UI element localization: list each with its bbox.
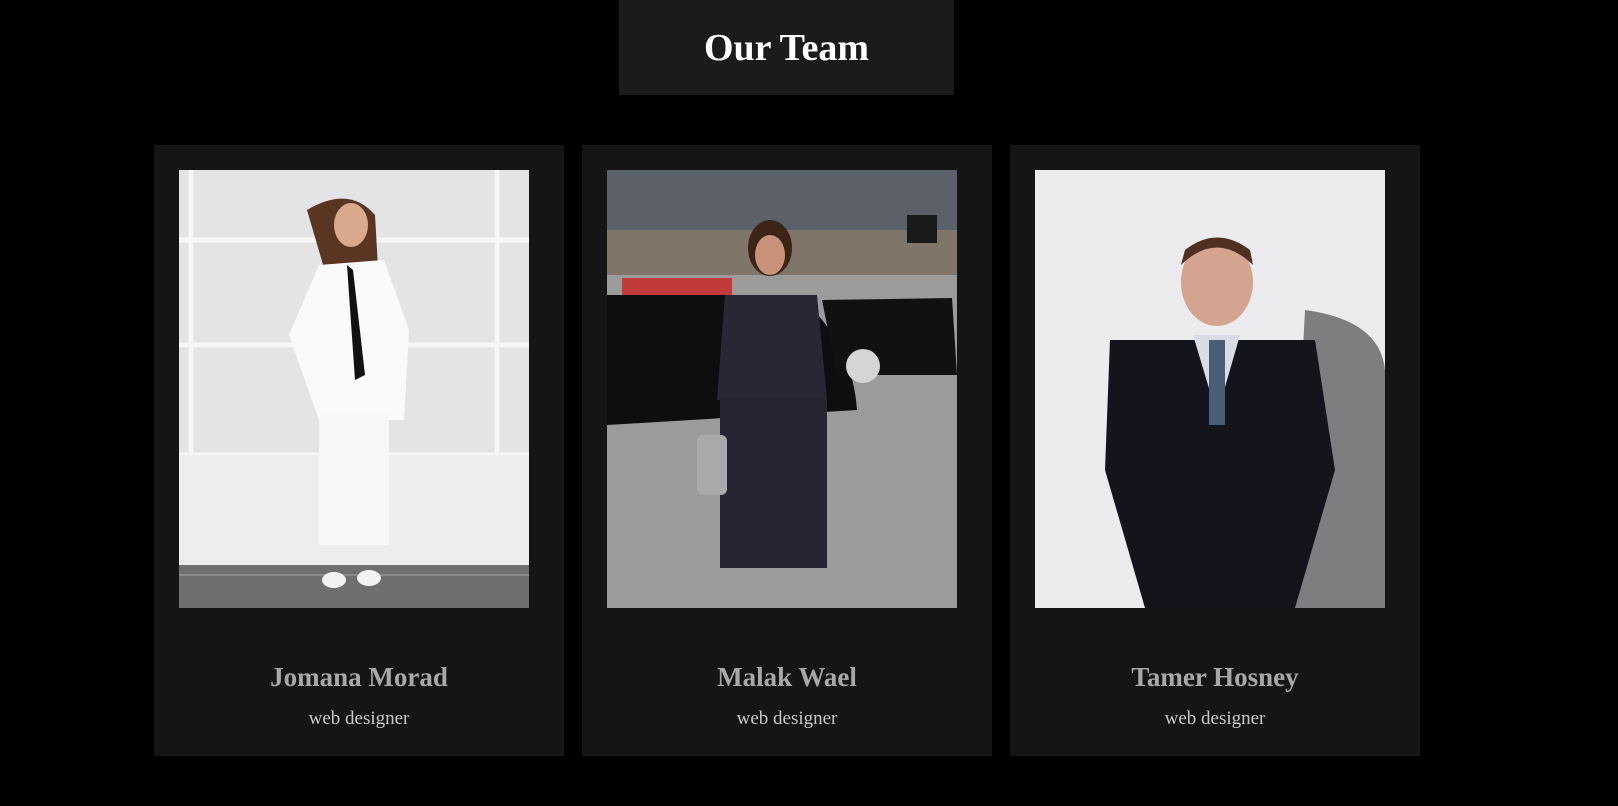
team-member-name: Malak Wael (717, 662, 857, 692)
team-member-photo (607, 170, 957, 608)
team-member-photo (179, 170, 529, 608)
team-member-name: Jomana Morad (270, 662, 448, 692)
section-title-box: Our Team (619, 0, 954, 95)
team-card-jomana: Jomana Morad web designer (154, 145, 564, 756)
team-card-tamer: Tamer Hosney web designer (1010, 145, 1420, 756)
team-member-role: web designer (308, 708, 410, 729)
team-member-name: Tamer Hosney (1131, 662, 1299, 692)
team-member-role: web designer (736, 708, 838, 729)
team-card-malak: Malak Wael web designer (582, 145, 992, 756)
team-member-photo (1035, 170, 1385, 608)
page-title: Our Team (703, 26, 870, 69)
team-member-role: web designer (1164, 708, 1266, 729)
